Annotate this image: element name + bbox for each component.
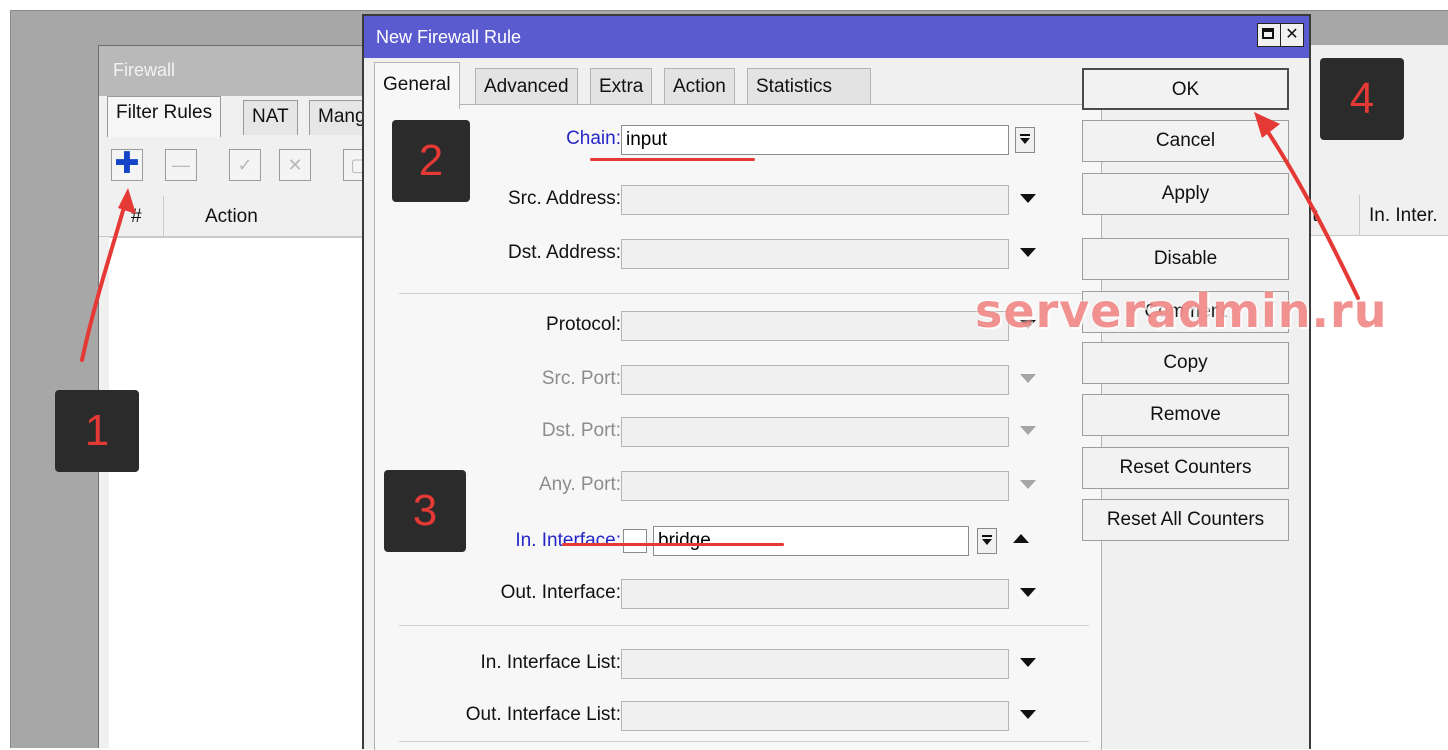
tab-advanced[interactable]: Advanced — [475, 68, 578, 105]
maximize-button[interactable] — [1257, 23, 1281, 47]
in-interface-list-input[interactable] — [621, 649, 1009, 679]
tab-filter-rules[interactable]: Filter Rules — [107, 96, 222, 137]
close-icon: ✕ — [1285, 26, 1299, 43]
new-firewall-rule-dialog: New Firewall Rule ✕ General Advanced Ext… — [362, 14, 1311, 750]
protocol-label: Protocol: — [546, 314, 621, 335]
protocol-input[interactable] — [621, 311, 1009, 341]
in-interface-list-row: In. Interface List: — [375, 639, 1101, 679]
column-in-interface[interactable]: In. Inter. — [1369, 205, 1438, 227]
chain-dropdown-button[interactable] — [1015, 127, 1035, 153]
chain-underline — [590, 158, 755, 161]
chevron-down-icon — [1020, 426, 1036, 435]
chevron-down-icon[interactable] — [1020, 710, 1036, 719]
chevron-down-icon[interactable] — [1020, 658, 1036, 667]
reset-counters-button[interactable]: Reset Counters — [1082, 447, 1289, 489]
out-interface-list-row: Out. Interface List: — [375, 691, 1101, 731]
tab-statistics[interactable]: Statistics — [747, 68, 871, 105]
chevron-down-icon[interactable] — [1020, 320, 1036, 329]
remove-button[interactable]: Remove — [1082, 394, 1289, 436]
dst-address-input[interactable] — [621, 239, 1009, 269]
copy-button[interactable]: Copy — [1082, 342, 1289, 384]
column-divider — [163, 196, 164, 236]
dst-port-label: Dst. Port: — [541, 420, 621, 441]
step-marker-4: 4 — [1320, 58, 1404, 140]
column-action[interactable]: Action — [205, 206, 258, 228]
firewall-window-right: ıt In. Inter. — [1307, 45, 1448, 747]
firewall-title: Firewall — [113, 60, 176, 80]
cancel-button[interactable]: Cancel — [1082, 120, 1289, 162]
enable-rule-button[interactable]: ✓ — [229, 149, 261, 181]
check-icon: ✓ — [237, 155, 253, 175]
in-interface-input[interactable]: bridge — [653, 526, 969, 556]
ok-button[interactable]: OK — [1082, 68, 1289, 110]
tab-action[interactable]: Action — [664, 68, 735, 105]
minus-icon: — — [172, 155, 190, 175]
tab-nat[interactable]: NAT — [243, 100, 298, 135]
in-interface-underline — [562, 543, 784, 546]
dst-address-label: Dst. Address: — [508, 242, 621, 263]
chevron-down-icon[interactable] — [1020, 588, 1036, 597]
disable-button[interactable]: Disable — [1082, 238, 1289, 280]
out-interface-row: Out. Interface: — [375, 569, 1101, 609]
in-interface-dropdown-button[interactable] — [977, 528, 997, 554]
chevron-down-icon[interactable] — [1020, 248, 1036, 257]
chain-input[interactable]: input — [621, 125, 1009, 155]
out-interface-list-input[interactable] — [621, 701, 1009, 731]
column-hash[interactable]: # — [131, 206, 142, 228]
chevron-down-icon[interactable] — [1020, 194, 1036, 203]
dialog-titlebar[interactable]: New Firewall Rule ✕ — [364, 16, 1309, 58]
step-marker-1: 1 — [55, 390, 139, 472]
step-marker-2: 2 — [392, 120, 470, 202]
chevron-down-icon — [1020, 480, 1036, 489]
tab-general[interactable]: General — [374, 62, 460, 109]
src-port-label: Src. Port: — [541, 368, 621, 389]
tab-extra[interactable]: Extra — [590, 68, 653, 105]
src-port-input — [621, 365, 1009, 395]
in-interface-row: In. Interface: bridge — [375, 517, 1101, 556]
src-port-row: Src. Port: — [375, 355, 1101, 395]
step-marker-3: 3 — [384, 470, 466, 552]
any-port-row: Any. Port: — [375, 461, 1101, 501]
add-rule-button[interactable]: ✚ — [111, 149, 143, 181]
rules-table-header-right: ıt In. Inter. — [1307, 195, 1448, 236]
dst-port-row: Dst. Port: — [375, 407, 1101, 447]
out-interface-input[interactable] — [621, 579, 1009, 609]
any-port-label: Any. Port: — [538, 474, 621, 495]
remove-rule-button[interactable]: — — [165, 149, 197, 181]
comment-button[interactable]: Comment — [1082, 291, 1289, 333]
protocol-row: Protocol: — [375, 301, 1101, 341]
divider — [399, 625, 1089, 626]
out-interface-list-label: Out. Interface List: — [465, 704, 621, 725]
chevron-down-icon — [1020, 374, 1036, 383]
close-button[interactable]: ✕ — [1280, 23, 1304, 47]
src-address-input[interactable] — [621, 185, 1009, 215]
src-address-label: Src. Address: — [508, 188, 621, 209]
dialog-title: New Firewall Rule — [376, 27, 522, 47]
chain-row: Chain: input — [375, 123, 1101, 159]
divider — [399, 741, 1089, 742]
apply-button[interactable]: Apply — [1082, 173, 1289, 215]
src-address-row: Src. Address: — [375, 175, 1101, 215]
general-tab-panel: Chain: input Src. Address: Dst. Address:… — [374, 104, 1102, 750]
plus-icon: ✚ — [114, 147, 140, 180]
in-interface-label: In. Interface: — [515, 530, 621, 551]
dst-port-input — [621, 417, 1009, 447]
chain-label: Chain: — [566, 128, 621, 149]
in-interface-list-label: In. Interface List: — [480, 652, 621, 673]
divider — [399, 293, 1089, 294]
chevron-up-icon[interactable] — [1013, 534, 1029, 543]
disable-rule-button[interactable]: ✕ — [279, 149, 311, 181]
dst-address-row: Dst. Address: — [375, 229, 1101, 269]
out-interface-label: Out. Interface: — [500, 582, 621, 603]
reset-all-counters-button[interactable]: Reset All Counters — [1082, 499, 1289, 541]
any-port-input — [621, 471, 1009, 501]
rules-list-right — [1307, 236, 1448, 747]
in-interface-negate-checkbox[interactable] — [623, 529, 647, 553]
cross-icon: ✕ — [287, 155, 303, 175]
